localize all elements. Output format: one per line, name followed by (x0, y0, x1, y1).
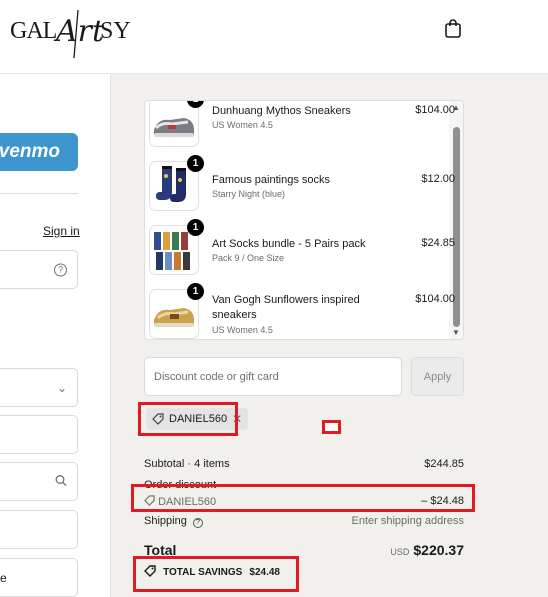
quantity-badge: 1 (187, 155, 204, 172)
svg-text:GAL: GAL (10, 18, 57, 44)
applied-code-label: DANIEL560 (169, 413, 228, 425)
shipping-row: Shipping ? Enter shipping address (144, 515, 464, 528)
product-name: Famous paintings socks (212, 174, 330, 186)
product-variant: Pack 9 / One Size (212, 253, 285, 263)
subtotal-label: Subtotal · 4 items (144, 458, 230, 470)
venmo-button[interactable]: venmo (0, 133, 78, 171)
total-savings-row: TOTAL SAVINGS $24.48 (144, 565, 464, 578)
chevron-down-icon: ⌄ (56, 380, 67, 395)
field-placeholder-fragment: e (0, 571, 7, 585)
discount-code-row: DANIEL560 – $24.48 (144, 495, 464, 508)
order-discount-label: Order discount (144, 479, 217, 491)
list-item: 1 Art Socks bundle - 5 Pairs pack Pack 9… (149, 219, 455, 281)
name-field[interactable] (0, 415, 78, 454)
tag-icon (152, 413, 164, 425)
product-list: ▲ ▼ 1 Dunhuang Mythos Sneakers US Women … (144, 100, 464, 340)
quantity-badge: 1 (187, 219, 204, 236)
svg-text:SY: SY (100, 18, 131, 44)
sign-in-link[interactable]: Sign in (43, 224, 80, 238)
shipping-value: Enter shipping address (351, 515, 464, 527)
product-thumbnail: 1 (149, 101, 204, 147)
shopping-bag-icon[interactable] (444, 18, 462, 38)
checkout-form: venmo Sign in ? ⌄ e (0, 74, 110, 597)
email-field[interactable]: ? (0, 250, 78, 289)
total-savings-label: TOTAL SAVINGS (163, 567, 243, 578)
product-variant: Starry Night (blue) (212, 189, 286, 199)
total-currency: USD (390, 547, 410, 557)
total-row: Total USD $220.37 (144, 542, 464, 562)
applied-discount-chip: DANIEL560 ✕ (146, 408, 249, 430)
apartment-field[interactable] (0, 510, 78, 549)
shipping-label: Shipping (144, 515, 187, 527)
apply-discount-button[interactable]: Apply (411, 357, 464, 396)
site-header: GAL Art SY (0, 0, 548, 74)
tag-icon (144, 565, 156, 577)
highlight-marker (322, 420, 341, 434)
product-name: Art Socks bundle - 5 Pairs pack (212, 238, 366, 250)
galartsy-logo[interactable]: GAL Art SY (10, 8, 135, 60)
product-price: $104.00 (415, 104, 455, 116)
product-thumbnail: 1 (149, 155, 204, 211)
order-discount-row: Order discount (144, 479, 464, 491)
list-item: 1 Van Gogh Sunflowers inspired sneakers … (149, 283, 455, 339)
address-field[interactable] (0, 462, 78, 501)
discount-value: – $24.48 (421, 495, 464, 507)
discount-code-input[interactable]: Discount code or gift card (144, 357, 402, 396)
product-price: $104.00 (415, 293, 455, 305)
product-variant: US Women 4.5 (212, 120, 273, 130)
divider (0, 193, 78, 194)
product-variant: US Women 4.5 (212, 325, 273, 335)
tag-icon (144, 495, 155, 506)
svg-text:Art: Art (53, 14, 105, 49)
list-item: 1 Famous paintings socks Starry Night (b… (149, 155, 455, 217)
product-price: $24.85 (421, 237, 455, 249)
discount-code-label: DANIEL560 (158, 496, 217, 508)
city-field[interactable] (0, 558, 78, 597)
subtotal-row: Subtotal · 4 items $244.85 (144, 458, 464, 470)
subtotal-value: $244.85 (424, 458, 464, 470)
shipping-help-icon[interactable]: ? (192, 517, 203, 528)
product-price: $12.00 (421, 173, 455, 185)
product-thumbnail: 1 (149, 283, 204, 339)
search-icon (55, 474, 67, 489)
product-name: Dunhuang Mythos Sneakers (212, 105, 351, 117)
product-name: Van Gogh Sunflowers inspired sneakers (212, 294, 360, 321)
help-icon[interactable]: ? (54, 263, 67, 276)
total-savings-value: $24.48 (249, 567, 280, 578)
product-thumbnail: 1 (149, 219, 204, 275)
order-summary: ▲ ▼ 1 Dunhuang Mythos Sneakers US Women … (110, 74, 548, 597)
country-select[interactable]: ⌄ (0, 368, 78, 407)
quantity-badge: 1 (187, 283, 204, 300)
total-value: $220.37 (413, 542, 464, 558)
remove-discount-icon[interactable]: ✕ (232, 412, 242, 426)
list-item: 1 Dunhuang Mythos Sneakers US Women 4.5 … (149, 101, 455, 153)
total-label: Total (144, 542, 177, 558)
